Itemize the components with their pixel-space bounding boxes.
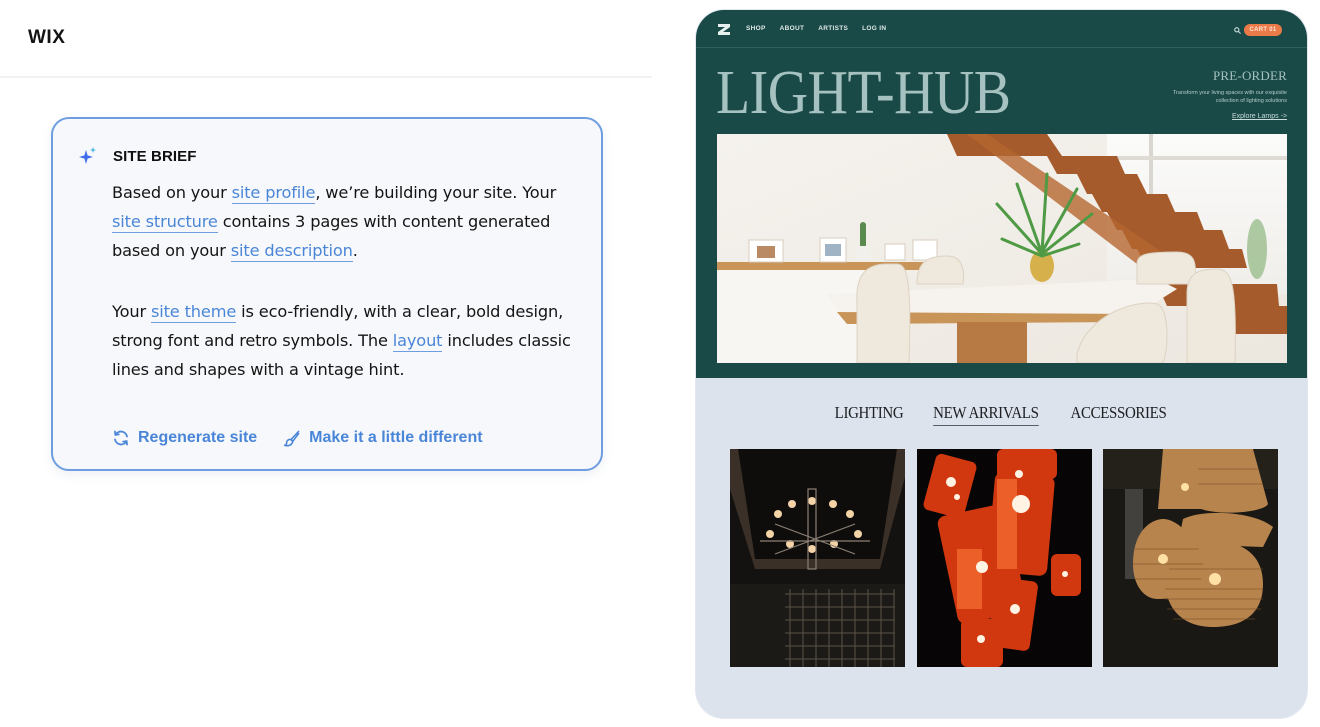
tab-accessories[interactable]: ACCESSORIES	[1070, 403, 1166, 426]
hero-image	[717, 134, 1287, 363]
regenerate-site-button[interactable]: Regenerate site	[112, 429, 257, 447]
site-description-link[interactable]: site description	[230, 241, 353, 262]
dining-room-illustration	[717, 134, 1287, 363]
site-menu-artists[interactable]: ARTISTS	[818, 25, 848, 32]
text: Your	[112, 302, 151, 321]
site-menu-about[interactable]: ABOUT	[780, 25, 805, 32]
chandelier-image	[730, 449, 905, 667]
regenerate-site-label: Regenerate site	[138, 429, 258, 446]
preorder-block: PRE-ORDER Transform your living spaces w…	[1157, 68, 1287, 123]
refresh-icon	[114, 430, 128, 446]
rattan-lamps-image	[1103, 449, 1278, 667]
site-structure-link[interactable]: site structure	[112, 212, 218, 233]
preorder-title: PRE-ORDER	[1212, 68, 1287, 83]
editor-top-bar: WIX	[0, 0, 652, 78]
site-menu-login[interactable]: LOG IN	[862, 25, 886, 32]
site-nav: SHOP ABOUT ARTISTS LOG IN CART 01	[696, 10, 1307, 48]
site-profile-link[interactable]: site profile	[231, 183, 315, 204]
text: Based on your	[112, 183, 232, 202]
product-card-chandelier[interactable]	[730, 449, 905, 667]
site-menu: SHOP ABOUT ARTISTS LOG IN	[746, 25, 900, 32]
site-preview: SHOP ABOUT ARTISTS LOG IN CART 01 LIGHT-…	[696, 10, 1307, 718]
preorder-description: Transform your living spaces with our ex…	[1172, 90, 1287, 104]
hero-section: SHOP ABOUT ARTISTS LOG IN CART 01 LIGHT-…	[696, 10, 1307, 378]
sparkle-icon	[79, 147, 96, 164]
site-menu-shop[interactable]: SHOP	[746, 25, 766, 32]
site-brief-card: SITE BRIEF Based on your site profile, w…	[51, 117, 603, 471]
product-card-red-lamps[interactable]	[917, 449, 1092, 667]
text: .	[352, 241, 358, 260]
red-lamps-image	[917, 449, 1092, 667]
search-icon[interactable]	[1234, 27, 1241, 34]
text: , we’re building your site. Your	[315, 183, 557, 202]
site-brief-actions: Regenerate site Make it a little differe…	[112, 429, 483, 447]
site-theme-link[interactable]: site theme	[150, 302, 236, 323]
site-logo-icon[interactable]	[718, 24, 730, 35]
tab-new-arrivals[interactable]: NEW ARRIVALS	[933, 403, 1039, 426]
make-it-different-button[interactable]: Make it a little different	[283, 429, 483, 447]
category-tabs: LIGHTING NEW ARRIVALS ACCESSORIES	[696, 403, 1307, 426]
site-brief-header: SITE BRIEF	[78, 146, 197, 166]
product-card-rattan-lamps[interactable]	[1103, 449, 1278, 667]
brand-title: LIGHT-HUB	[716, 59, 1011, 127]
paintbrush-icon	[283, 430, 300, 447]
explore-lamps-link[interactable]: Explore Lamps ->	[1232, 113, 1287, 120]
make-it-different-label: Make it a little different	[309, 429, 483, 446]
wix-logo[interactable]: WIX	[28, 27, 65, 49]
layout-link[interactable]: layout	[392, 331, 443, 352]
site-brief-paragraph-2: Your site theme is eco-friendly, with a …	[112, 297, 582, 384]
site-brief-paragraph-1: Based on your site profile, we’re buildi…	[112, 178, 582, 265]
tab-lighting[interactable]: LIGHTING	[835, 403, 904, 426]
site-brief-title: SITE BRIEF	[113, 147, 197, 165]
cart-button[interactable]: CART 01	[1244, 24, 1282, 36]
